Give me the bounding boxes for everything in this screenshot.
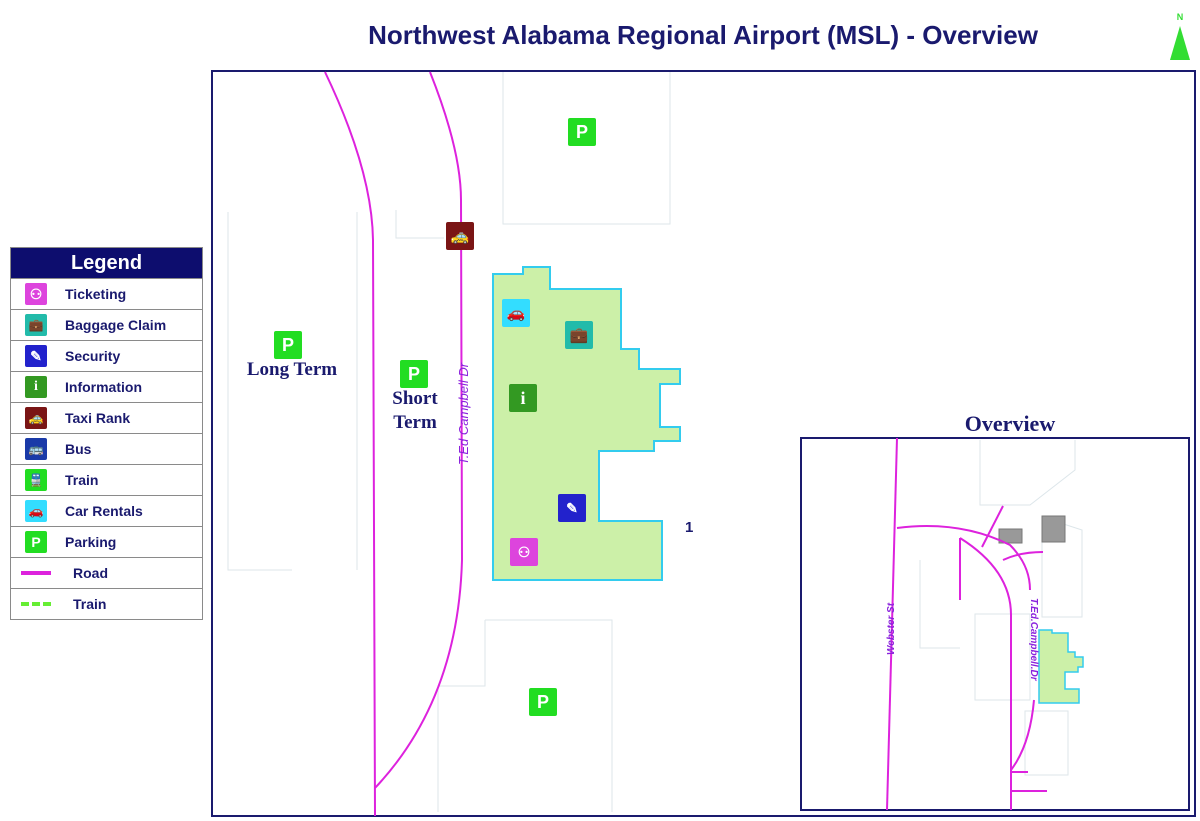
legend-item-parking: P Parking xyxy=(11,526,202,557)
legend-label: Ticketing xyxy=(65,286,127,302)
gate-number: 1 xyxy=(685,519,694,536)
parking-icon: P xyxy=(281,334,294,355)
parking-icon: P xyxy=(407,363,420,384)
legend-item-train-line: Train xyxy=(11,588,202,619)
baggage-icon[interactable]: 💼 xyxy=(565,321,593,349)
car-rental-icon[interactable]: 🚗 xyxy=(502,299,530,327)
overview-road-webster: Webster St xyxy=(886,602,897,655)
parking-marker-south[interactable]: P xyxy=(529,688,557,716)
legend-item-taxi-rank: 🚕 Taxi Rank xyxy=(11,402,202,433)
parking-icon: P xyxy=(575,121,588,142)
taxi-icon[interactable]: 🚕 xyxy=(446,222,474,250)
security-icon: ✎ xyxy=(25,345,47,367)
legend-label: Security xyxy=(65,348,121,364)
train-icon: 🚆 xyxy=(25,469,47,491)
legend-label: Road xyxy=(73,565,108,581)
legend-item-bus: 🚌 Bus xyxy=(11,433,202,464)
taxi-icon: 🚕 xyxy=(25,407,47,429)
bus-icon: 🚌 xyxy=(25,438,47,460)
security-icon[interactable]: ✎ xyxy=(558,494,586,522)
legend-label: Bus xyxy=(65,441,92,457)
legend-item-information: i Information xyxy=(11,371,202,402)
legend-item-baggage-claim: 💼 Baggage Claim xyxy=(11,309,202,340)
legend-item-train: 🚆 Train xyxy=(11,464,202,495)
parking-icon: P xyxy=(25,531,47,553)
legend-label: Baggage Claim xyxy=(65,317,167,333)
road-label: T.Ed Campbell Dr xyxy=(456,362,471,465)
road-west xyxy=(324,71,376,817)
legend-label: Taxi Rank xyxy=(65,410,131,426)
overview-title: Overview xyxy=(964,411,1056,436)
parking-icon: P xyxy=(536,691,549,712)
parking-marker-short-term[interactable]: P xyxy=(400,360,428,388)
legend-label: Train xyxy=(65,472,99,488)
short-term-label: Short Term xyxy=(392,388,438,433)
legend-item-security: ✎ Security xyxy=(11,340,202,371)
legend-label: Car Rentals xyxy=(65,503,143,519)
overview-frame xyxy=(800,437,1190,811)
ticketing-icon: ⚇ xyxy=(25,283,47,305)
legend-item-road: Road xyxy=(11,557,202,588)
legend-heading: Legend xyxy=(11,248,202,278)
legend-label: Parking xyxy=(65,534,117,550)
overview-road-campbell: T.Ed.Campbell.Dr xyxy=(1028,598,1039,682)
car-rental-icon: 🚗 xyxy=(25,500,47,522)
legend: Legend ⚇ Ticketing 💼 Baggage Claim ✎ Securi… xyxy=(10,247,203,620)
parking-marker-long-term[interactable]: P xyxy=(274,331,302,359)
ticketing-icon[interactable]: ⚇ xyxy=(510,538,538,566)
information-icon: i xyxy=(25,376,47,398)
long-term-label: Long Term xyxy=(246,359,338,380)
legend-label: Train xyxy=(73,596,107,612)
information-icon[interactable]: i xyxy=(509,384,537,412)
legend-item-ticketing: ⚇ Ticketing xyxy=(11,278,202,309)
parking-marker-north[interactable]: P xyxy=(568,118,596,146)
road-line-icon xyxy=(21,571,51,575)
train-line-icon xyxy=(21,602,51,606)
legend-item-car-rentals: 🚗 Car Rentals xyxy=(11,495,202,526)
baggage-icon: 💼 xyxy=(25,314,47,336)
legend-label: Information xyxy=(65,379,142,395)
